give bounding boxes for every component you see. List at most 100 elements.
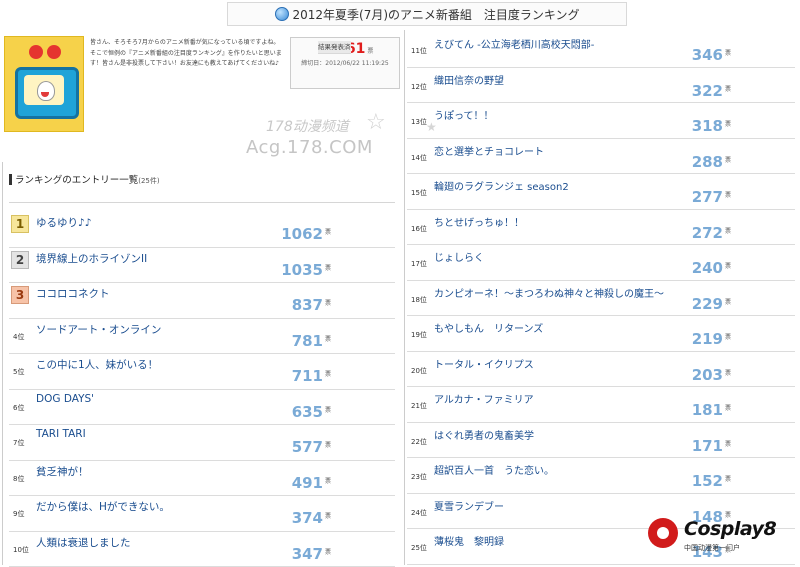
divider [9,202,395,203]
anime-title-link[interactable]: カンピオーネ！～まつろわぬ神々と神殺しの魔王～ [434,289,664,301]
vote-unit: 票 [725,403,731,412]
rank-label: 7位 [13,438,24,448]
list-title: ランキングのエントリー一覧(25件) [9,172,160,186]
vote-unit: 票 [725,48,731,57]
anime-title-link[interactable]: 超訳百人一首 うた恋い。 [434,466,664,478]
ranking-row: 9位だから僕は、Hができない。374票 [9,496,395,532]
rank-label: 19位 [411,330,427,340]
anime-title-link[interactable]: TARI TARI [36,428,86,440]
anime-title-link[interactable]: 夏雪ランデブー [434,502,664,514]
vote-count: 837 [292,296,323,314]
rank-label: 17位 [411,259,427,269]
rank-label: 4位 [13,332,24,342]
watermark-star-icon: ☆ [366,110,386,135]
anime-title-link[interactable]: 恋と選挙とチョコレート [434,147,664,159]
ranking-row: 12位織田信奈の野望322票 [407,68,795,104]
vote-count: 318 [692,117,723,135]
rank-label: 3 [11,286,29,304]
anime-title-link[interactable]: この中に1人、妹がいる！ [36,357,158,372]
anime-title-link[interactable]: 貧乏神が！ [36,464,89,479]
anime-title-link[interactable]: ちとせげっちゅ！！ [434,218,664,230]
vote-count: 288 [692,153,723,171]
ranking-right-panel: 11位えびてん -公立海老栖川高校天悶部-346票12位織田信奈の野望322票1… [404,30,799,565]
ranking-row: 8位 貧乏神が！ 491票 [9,461,395,497]
globe-icon [275,7,289,21]
rank-label: 25位 [411,543,427,553]
vote-unit: 票 [325,476,331,485]
ranking-row: 17位じょしらく240票 [407,245,795,281]
vote-unit: 票 [725,190,731,199]
anime-title-link[interactable]: 輪廻のラグランジェ season2 [434,182,664,194]
anime-title-link[interactable]: アルカナ・ファミリア [434,395,664,407]
ranking-row: 22位はぐれ勇者の鬼畜美学 171票 [407,423,795,459]
rank-label: 12位 [411,82,427,92]
ranking-row: 13位うぽって！！318票 [407,103,795,139]
page-title: 2012年夏季(7月)のアニメ新番組 注目度ランキング [293,6,580,23]
ranking-row: 11位えびてん -公立海老栖川高校天悶部-346票 [407,32,795,68]
anime-title-link[interactable]: 織田信奈の野望 [434,76,664,88]
ranking-row: 14位恋と選挙とチョコレート288票 [407,139,795,175]
vote-unit: 票 [725,226,731,235]
vote-count: 272 [692,224,723,242]
ranking-row: 16位ちとせげっちゅ！！ 272票 [407,210,795,246]
intro-text: 皆さん、そろそろ7月からのアニメ新番が気になっている頃ですよね。そこで恒例の『ア… [90,38,284,70]
ranking-list-right: 11位えびてん -公立海老栖川高校天悶部-346票12位織田信奈の野望322票1… [407,32,795,565]
vote-unit: 票 [725,119,731,128]
rank-label: 24位 [411,508,427,518]
anime-title-link[interactable]: じょしらく [434,253,664,265]
vote-count: 203 [692,366,723,384]
vote-count: 1035 [281,261,323,279]
ranking-row: 21位アルカナ・ファミリア181票 [407,387,795,423]
rank-label: 16位 [411,224,427,234]
ranking-row: 18位カンピオーネ！～まつろわぬ神々と神殺しの魔王～ 229票 [407,281,795,317]
rank-label: 18位 [411,295,427,305]
rank-label: 11位 [411,46,427,56]
rank-label: 22位 [411,437,427,447]
vote-unit: 票 [725,84,731,93]
ranking-row: 7位TARI TARI577票 [9,425,395,461]
anime-title-link[interactable]: ココロコネクト [36,286,110,301]
anime-title-link[interactable]: トータル・イクリプス [434,360,664,372]
ranking-list-left: 1ゆるゆり♪♪1062票2境界線上のホライゾンII1035票3ココロコネクト83… [9,212,395,567]
vote-unit: 票 [325,263,331,272]
anime-title-link[interactable]: 薄桜鬼 黎明録 [434,537,664,549]
rank-label: 9位 [13,509,24,519]
total-votes-unit: 票 [367,48,373,55]
anime-title-link[interactable]: だから僕は、Hができない。 [36,499,170,514]
ranking-row: 15位輪廻のラグランジェ season2277票 [407,174,795,210]
vote-count: 1062 [281,225,323,243]
vote-count: 635 [292,403,323,421]
vote-unit: 票 [325,405,331,414]
anime-title-link[interactable]: DOG DAYS' [36,393,94,405]
vote-count: 240 [692,259,723,277]
anime-title-link[interactable]: えびてん -公立海老栖川高校天悶部- [434,40,664,52]
rank-label: 8位 [13,474,24,484]
ranking-row: 5位この中に1人、妹がいる！711票 [9,354,395,390]
tv-icon [15,67,79,119]
logo-name: Cosplay8 [684,518,776,540]
entry-count: (25件) [138,177,159,185]
anime-title-link[interactable]: 境界線上のホライゾンII [36,251,147,266]
anime-title-link[interactable]: はぐれ勇者の鬼畜美学 [434,431,664,443]
rank-label: 15位 [411,188,427,198]
title-bar-icon [9,174,12,185]
page-header: 2012年夏季(7月)のアニメ新番組 注目度ランキング [227,2,627,26]
rank-label: 2 [11,251,29,269]
vote-unit: 票 [725,155,731,164]
anime-title-link[interactable]: うぽって！！ [434,111,664,123]
anime-title-link[interactable]: 人類は衰退しました [36,535,131,550]
rank-label: 21位 [411,401,427,411]
vote-unit: 票 [725,297,731,306]
anime-title-link[interactable]: ゆるゆり♪♪ [36,215,91,230]
anime-title-link[interactable]: もやしもん リターンズ [434,324,664,336]
vote-count: 171 [692,437,723,455]
watermark-domain: Acg.178.COM [246,137,373,158]
vote-count: 491 [292,474,323,492]
rank-label: 23位 [411,472,427,482]
vote-unit: 票 [325,547,331,556]
vote-unit: 票 [325,369,331,378]
vote-unit: 票 [725,439,731,448]
anime-title-link[interactable]: ソードアート・オンライン [36,322,161,337]
logo-mark-icon [648,518,678,548]
vote-count: 229 [692,295,723,313]
